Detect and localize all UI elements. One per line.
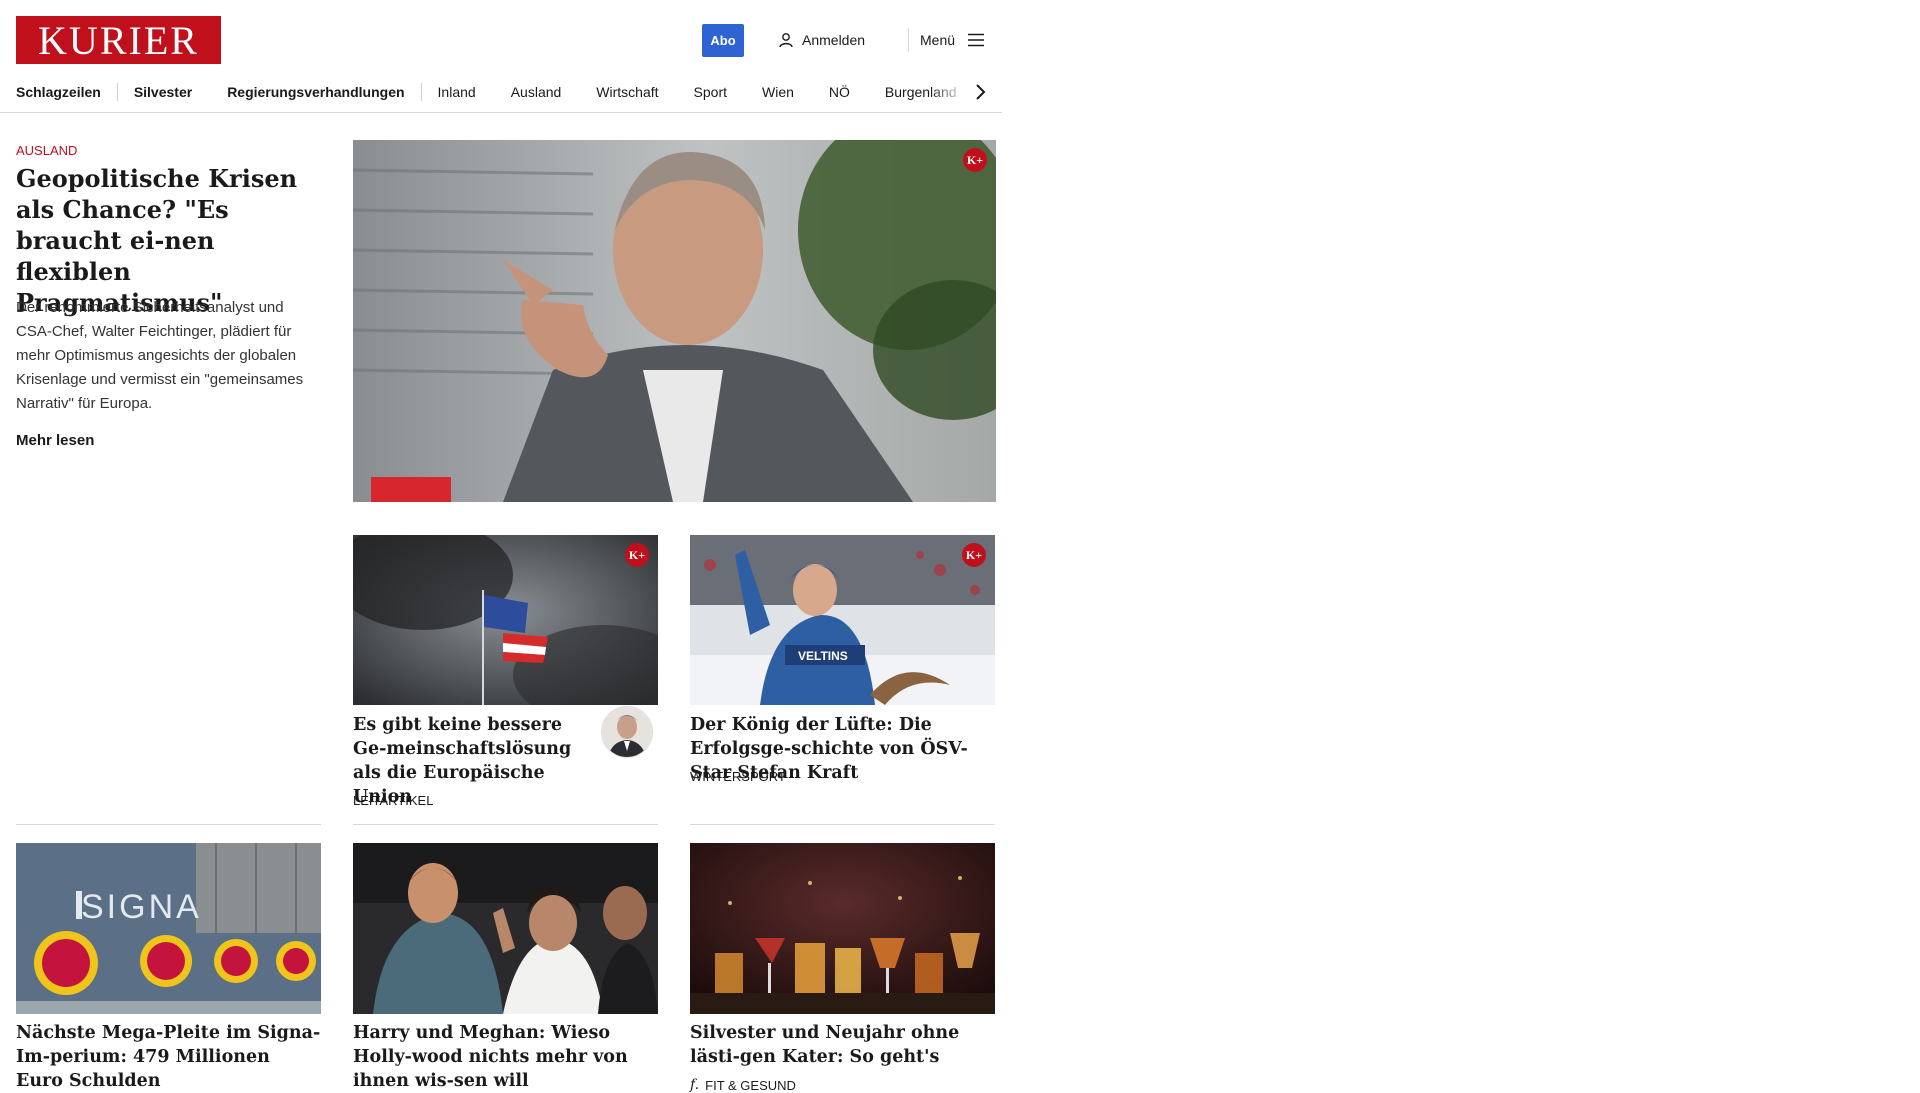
- card-kicker-fit[interactable]: f. FIT & GESUND: [690, 1077, 796, 1093]
- card-image-eu[interactable]: K+: [353, 535, 658, 705]
- row-divider: [690, 824, 995, 825]
- user-icon: [779, 33, 793, 48]
- nav-item-inland[interactable]: Inland: [438, 84, 476, 100]
- lead-image[interactable]: K+: [353, 140, 996, 502]
- lead-kicker[interactable]: AUSLAND: [16, 143, 77, 158]
- login-button[interactable]: Anmelden: [778, 28, 865, 52]
- nav-item-silvester[interactable]: Silvester: [134, 84, 192, 100]
- nav-item-noe[interactable]: NÖ: [829, 84, 850, 100]
- menu-button[interactable]: Menü: [920, 28, 985, 52]
- abo-button[interactable]: Abo: [702, 24, 744, 57]
- harry-meghan-photo: [353, 843, 658, 1014]
- nav-item-wien[interactable]: Wien: [762, 84, 794, 100]
- row-divider: [16, 824, 321, 825]
- hamburger-icon: [968, 33, 985, 47]
- read-more-link[interactable]: Mehr lesen: [16, 432, 94, 449]
- section-nav: Schlagzeilen Silvester Regierungsverhand…: [0, 72, 1002, 113]
- nav-item-sport[interactable]: Sport: [694, 84, 727, 100]
- row-divider: [353, 824, 658, 825]
- menu-label: Menü: [920, 32, 956, 48]
- signa-photo: SIGNA: [16, 843, 321, 1014]
- kplus-badge: K+: [963, 148, 987, 172]
- lead-headline[interactable]: Geopolitische Krisen als Chance? "Es bra…: [16, 163, 316, 318]
- card-image-ski[interactable]: VELTINS K+: [690, 535, 995, 705]
- nav-item-wirtschaft[interactable]: Wirtschaft: [596, 84, 658, 100]
- lead-photo: [353, 140, 996, 502]
- card-image-harry-meghan[interactable]: [353, 843, 658, 1014]
- kurier-logo[interactable]: KURIER: [16, 16, 221, 64]
- nav-item-schlagzeilen[interactable]: Schlagzeilen: [16, 84, 101, 100]
- card-headline[interactable]: Nächste Mega-Pleite im Signa-Im-perium: …: [16, 1021, 321, 1093]
- jersey-text: VELTINS: [798, 649, 848, 663]
- chevron-right-icon[interactable]: [970, 82, 990, 102]
- nav-item-regierungsverhandlungen[interactable]: Regierungsverhandlungen: [227, 84, 404, 100]
- lead-teaser: Der renommierte Sicherheitsanalyst und C…: [16, 299, 304, 412]
- card-headline[interactable]: Silvester und Neujahr ohne lästi-gen Kat…: [690, 1021, 995, 1069]
- nav-divider: [116, 83, 118, 101]
- eu-flag-photo: [353, 535, 658, 705]
- author-avatar: [601, 706, 653, 758]
- card-image-signa[interactable]: SIGNA: [16, 843, 321, 1014]
- card-kicker[interactable]: LEITARTIKEL: [353, 793, 433, 808]
- nav-item-ausland[interactable]: Ausland: [511, 84, 562, 100]
- cocktails-photo: [690, 843, 995, 1014]
- card-image-cocktails[interactable]: [690, 843, 995, 1014]
- login-label: Anmelden: [802, 32, 866, 48]
- card-kicker[interactable]: WINTERSPORT: [690, 769, 786, 784]
- fit-gesund-icon: f.: [690, 1077, 700, 1093]
- nav-divider: [420, 83, 422, 101]
- kplus-badge: K+: [962, 543, 986, 567]
- signa-banner-text: SIGNA: [81, 888, 202, 926]
- header-divider: [908, 28, 909, 52]
- kplus-badge: K+: [625, 543, 649, 567]
- card-headline[interactable]: Harry und Meghan: Wieso Holly-wood nicht…: [353, 1021, 658, 1093]
- author-portrait: [602, 707, 652, 757]
- kurier-page: KURIER Abo Anmelden Menü Schlagzeilen Si…: [0, 0, 1004, 1093]
- ski-jumper-photo: VELTINS: [690, 535, 995, 705]
